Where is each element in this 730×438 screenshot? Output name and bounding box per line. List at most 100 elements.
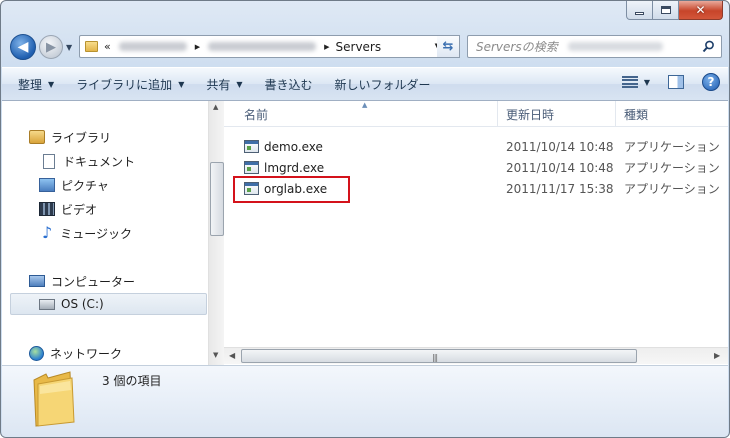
- scroll-right-icon[interactable]: ▶: [714, 351, 720, 360]
- sidebar-item-documents[interactable]: ドキュメント: [2, 150, 208, 172]
- navigation-scrollbar[interactable]: ▲ ▼: [208, 101, 224, 365]
- breadcrumb-redacted: [208, 42, 317, 51]
- command-bar: 整理 ▼ ライブラリに追加 ▼ 共有 ▼ 書き込む 新しいフォルダー ▼ ?: [2, 67, 728, 101]
- file-row-lmgrd[interactable]: lmgrd.exe 2011/10/14 10:48 アプリケーション: [224, 157, 728, 178]
- scroll-left-icon[interactable]: ◀: [229, 351, 235, 360]
- sidebar-item-label: ライブラリ: [51, 130, 112, 145]
- breadcrumb-arrow-icon[interactable]: ▶: [324, 43, 329, 51]
- search-icon[interactable]: [702, 40, 715, 53]
- scrollbar-thumb[interactable]: |||: [241, 349, 637, 363]
- breadcrumb-overflow[interactable]: «: [104, 40, 111, 53]
- file-type: アプリケーション: [624, 140, 720, 154]
- highlight-annotation: [233, 176, 350, 203]
- back-arrow-icon: ◀: [17, 39, 29, 55]
- share-label: 共有: [206, 77, 231, 92]
- sidebar-item-label: ピクチャ: [61, 178, 109, 193]
- breadcrumb-arrow-icon[interactable]: ▶: [195, 43, 200, 51]
- add-to-library-label: ライブラリに追加: [76, 77, 173, 92]
- burn-label: 書き込む: [264, 77, 313, 92]
- sidebar-item-computer[interactable]: コンピューター: [2, 270, 208, 292]
- forward-arrow-icon: ▶: [46, 39, 56, 55]
- breadcrumb-redacted: [118, 42, 187, 51]
- close-button[interactable]: ✕: [679, 1, 723, 20]
- recent-pages-dropdown-icon[interactable]: ▼: [66, 43, 72, 52]
- back-button[interactable]: ◀: [10, 34, 36, 60]
- file-type: アプリケーション: [624, 182, 720, 196]
- column-header-label: 名前: [244, 107, 269, 122]
- search-redacted: [567, 42, 663, 51]
- view-dropdown-icon[interactable]: ▼: [644, 78, 650, 87]
- picture-icon: [39, 178, 55, 192]
- details-pane: 3 個の項目: [2, 365, 728, 437]
- document-icon: [43, 153, 55, 169]
- file-row-demo[interactable]: demo.exe 2011/10/14 10:48 アプリケーション: [224, 136, 728, 157]
- file-name: lmgrd.exe: [264, 160, 325, 175]
- folder-icon: [85, 41, 98, 52]
- new-folder-button[interactable]: 新しいフォルダー: [329, 72, 437, 96]
- search-placeholder: Serversの検索: [476, 40, 558, 54]
- sidebar-item-os-c[interactable]: OS (C:): [10, 293, 207, 315]
- preview-pane-icon[interactable]: [668, 75, 684, 89]
- folder-icon: [33, 371, 75, 427]
- sidebar-item-label: ネットワーク: [50, 346, 123, 361]
- file-modified: 2011/10/14 10:48: [506, 160, 614, 175]
- chevron-down-icon: ▼: [178, 79, 185, 89]
- column-header-row: 名前 ▲ 更新日時 種類: [224, 101, 728, 127]
- maximize-button[interactable]: [653, 1, 679, 20]
- close-icon: ✕: [695, 3, 706, 17]
- library-icon: [29, 130, 45, 144]
- chevron-down-icon: ▼: [236, 79, 243, 89]
- file-name: demo.exe: [264, 139, 323, 154]
- search-input[interactable]: Serversの検索: [467, 35, 722, 58]
- file-type: アプリケーション: [624, 161, 720, 175]
- refresh-button[interactable]: ⇆: [437, 35, 460, 58]
- drive-icon: [39, 298, 55, 310]
- navigation-pane: ライブラリ ドキュメント ピクチャ ビデオ ♪ ミュージック コンピューター O…: [2, 101, 224, 365]
- scroll-down-icon[interactable]: ▼: [213, 351, 218, 359]
- minimize-button[interactable]: [626, 1, 653, 20]
- network-icon: [29, 345, 44, 361]
- file-list-pane: 名前 ▲ 更新日時 種類 demo.exe 2011/10/14 10:48 ア…: [224, 101, 728, 365]
- sidebar-item-network[interactable]: ネットワーク: [2, 342, 208, 364]
- share-button[interactable]: 共有 ▼: [200, 72, 248, 96]
- sidebar-item-label: OS (C:): [61, 297, 104, 311]
- scrollbar-thumb[interactable]: [210, 162, 224, 236]
- sidebar-item-music[interactable]: ♪ ミュージック: [2, 222, 208, 244]
- burn-button[interactable]: 書き込む: [259, 72, 319, 96]
- navigation-tree: ライブラリ ドキュメント ピクチャ ビデオ ♪ ミュージック コンピューター O…: [2, 101, 208, 365]
- scroll-up-icon[interactable]: ▲: [213, 103, 218, 111]
- address-bar[interactable]: « ▶ ▶ Servers ▼: [79, 35, 459, 58]
- file-modified: 2011/11/17 15:38: [506, 181, 614, 196]
- minimize-icon: [635, 11, 644, 15]
- sort-ascending-icon: ▲: [362, 101, 368, 109]
- add-to-library-button[interactable]: ライブラリに追加 ▼: [70, 72, 190, 96]
- file-modified: 2011/10/14 10:48: [506, 139, 614, 154]
- sidebar-item-label: コンピューター: [51, 274, 136, 289]
- organize-label: 整理: [18, 77, 43, 92]
- video-icon: [39, 202, 55, 216]
- breadcrumb-servers[interactable]: Servers: [336, 40, 382, 54]
- file-name-cell: lmgrd.exe: [244, 157, 324, 178]
- computer-icon: [29, 275, 45, 287]
- sidebar-item-pictures[interactable]: ピクチャ: [2, 174, 208, 196]
- sidebar-item-label: ドキュメント: [63, 154, 136, 169]
- navigation-row: ◀ ▶ ▼ « ▶ ▶ Servers ▼ ⇆ Serversの検索: [1, 29, 729, 63]
- refresh-icon: ⇆: [442, 39, 454, 54]
- column-header-type[interactable]: 種類: [616, 101, 728, 127]
- column-header-label: 更新日時: [506, 107, 555, 122]
- horizontal-scrollbar[interactable]: ◀ ||| ▶: [224, 347, 728, 364]
- column-header-label: 種類: [624, 107, 649, 122]
- forward-button[interactable]: ▶: [39, 35, 63, 59]
- help-icon[interactable]: ?: [702, 73, 720, 91]
- new-folder-label: 新しいフォルダー: [334, 77, 431, 92]
- sidebar-item-videos[interactable]: ビデオ: [2, 198, 208, 220]
- view-options-icon[interactable]: [621, 75, 638, 89]
- organize-button[interactable]: 整理 ▼: [12, 72, 60, 96]
- explorer-window: ✕ ◀ ▶ ▼ « ▶ ▶ Servers ▼ ⇆ Serversの検索 整理 ▼…: [0, 0, 730, 438]
- sidebar-item-libraries[interactable]: ライブラリ: [2, 126, 208, 148]
- item-count: 3 個の項目: [102, 374, 162, 388]
- maximize-icon: [660, 6, 671, 14]
- column-header-modified[interactable]: 更新日時: [498, 101, 616, 127]
- executable-icon: [244, 161, 259, 174]
- file-name-cell: demo.exe: [244, 136, 323, 157]
